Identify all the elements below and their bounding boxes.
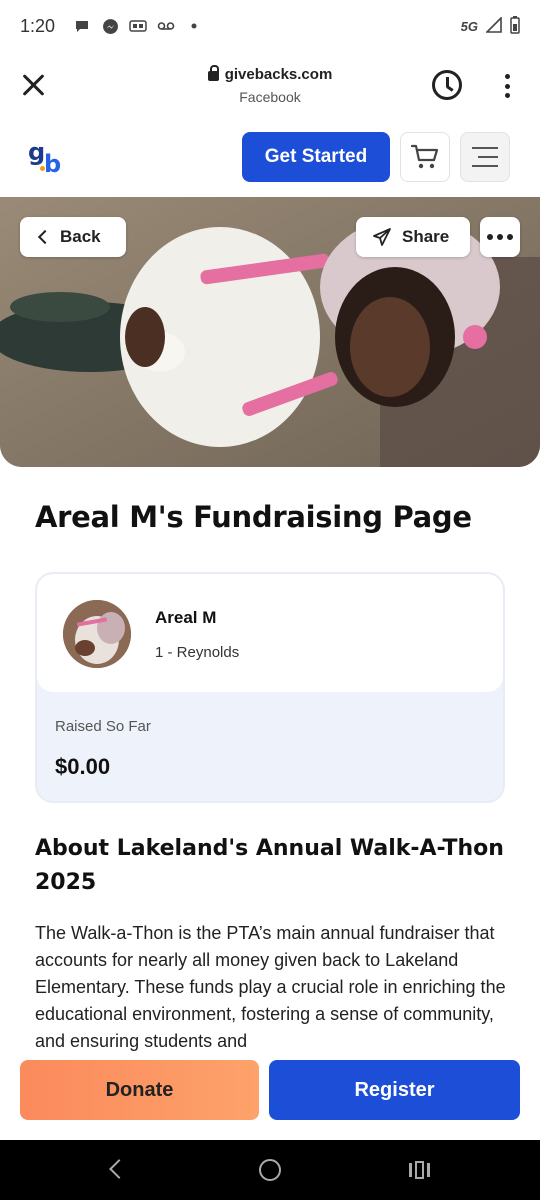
back-label: Back <box>60 227 101 246</box>
givebacks-logo[interactable]: gb <box>28 138 68 178</box>
fundraiser-card: Areal M 1 - Reynolds Raised So Far $0.00 <box>35 572 505 803</box>
browser-bar: givebacks.com Facebook <box>0 52 540 118</box>
dot-icon <box>185 17 203 35</box>
battery-icon <box>510 15 520 37</box>
about-body: The Walk-a-Thon is the PTA’s main annual… <box>35 923 506 1051</box>
cart-button[interactable] <box>400 132 450 182</box>
fundraiser-profile: Areal M 1 - Reynolds <box>37 574 503 692</box>
chevron-left-icon <box>37 229 53 245</box>
get-started-button[interactable]: Get Started <box>242 132 390 182</box>
more-options-button[interactable] <box>480 217 520 257</box>
system-icons: 5G <box>460 15 520 37</box>
back-button[interactable]: Back <box>20 217 126 257</box>
status-bar: 1:20 5G <box>0 0 540 52</box>
history-icon[interactable] <box>432 70 462 100</box>
voicemail-icon <box>157 17 175 35</box>
fundraiser-name: Areal M <box>155 608 217 627</box>
raised-amount: $0.00 <box>55 754 111 779</box>
messenger-icon <box>101 17 119 35</box>
share-button[interactable]: Share <box>356 217 470 257</box>
url-text: givebacks.com <box>224 66 333 83</box>
menu-icon[interactable] <box>460 132 510 182</box>
signal-icon <box>485 15 502 36</box>
nav-home-icon[interactable] <box>259 1159 281 1181</box>
about-title: About Lakeland's Annual Walk-A-Thon 2025 <box>35 836 504 895</box>
sim-icon <box>129 17 147 35</box>
hero-image: Back Share <box>0 197 540 467</box>
register-button[interactable]: Register <box>269 1060 520 1120</box>
more-vertical-icon[interactable] <box>504 74 510 98</box>
avatar <box>63 600 131 668</box>
fundraiser-team: 1 - Reynolds <box>155 644 240 661</box>
site-header: gb Get Started <box>0 120 540 196</box>
cart-icon <box>410 144 439 169</box>
nav-back-icon[interactable] <box>109 1159 129 1179</box>
system-nav-bar <box>0 1140 540 1200</box>
network-type: 5G <box>460 18 478 34</box>
lock-icon <box>207 65 219 81</box>
nav-recents-icon[interactable] <box>409 1160 431 1180</box>
notification-icons <box>73 17 203 35</box>
chat-bubble-icon <box>73 17 91 35</box>
page-title: Areal M's Fundraising Page <box>35 500 472 534</box>
share-label: Share <box>402 227 450 246</box>
raised-label: Raised So Far <box>55 718 151 735</box>
donate-button[interactable]: Donate <box>20 1060 259 1120</box>
status-time: 1:20 <box>20 15 56 36</box>
send-icon <box>373 228 391 246</box>
